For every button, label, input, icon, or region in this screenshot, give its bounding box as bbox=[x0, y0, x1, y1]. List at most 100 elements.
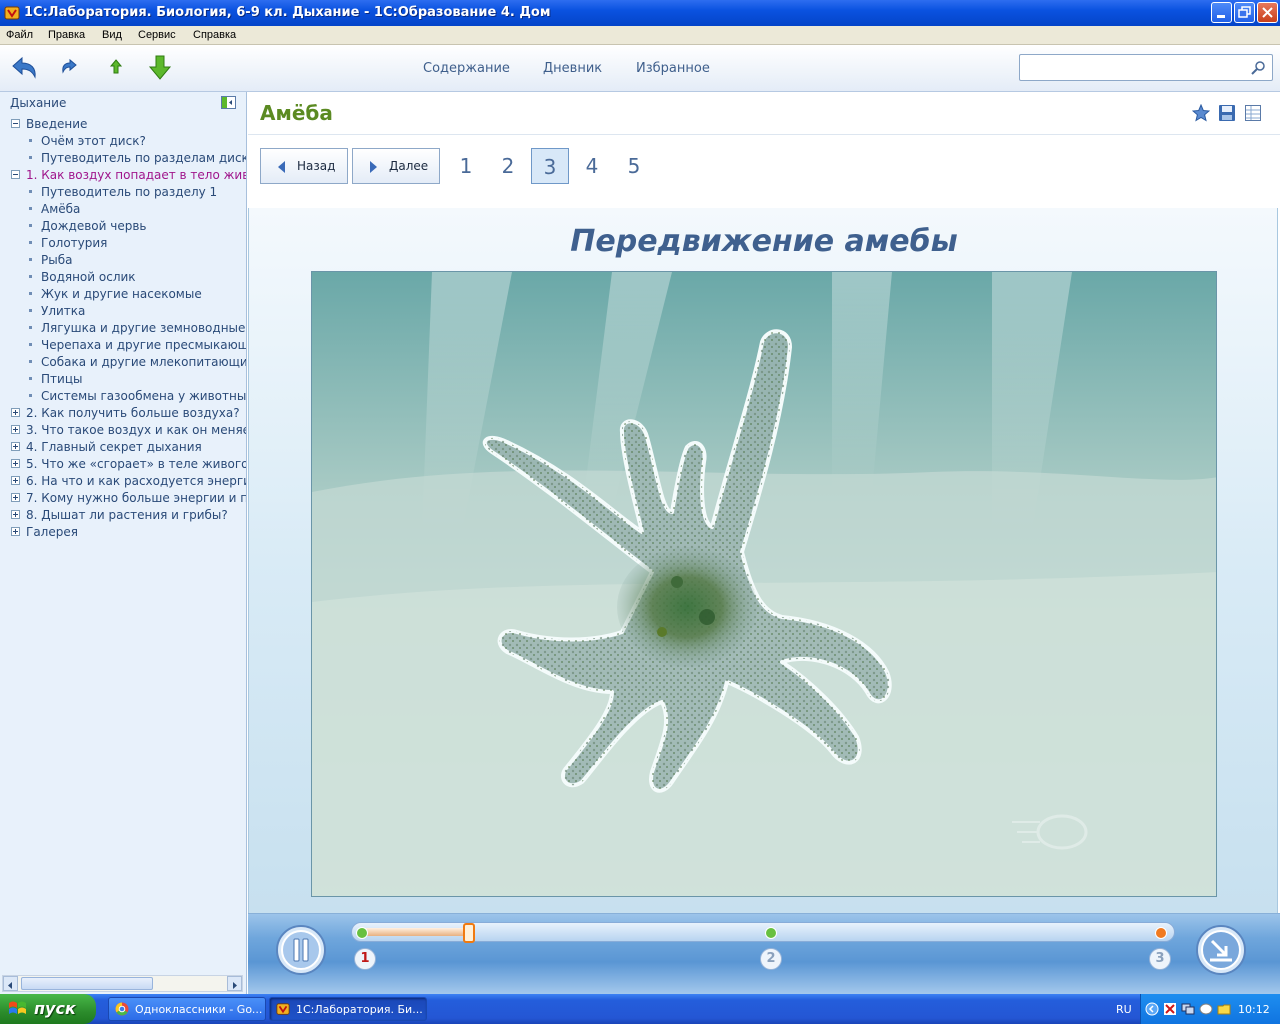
app-icon bbox=[276, 1003, 290, 1015]
expand-plus-icon[interactable] bbox=[11, 510, 20, 519]
tree-section[interactable]: 3. Что такое воздух и как он меняетс bbox=[0, 422, 246, 439]
tree-section[interactable]: Галерея bbox=[0, 524, 246, 541]
tree-section[interactable]: Введение bbox=[0, 116, 246, 133]
forward-arrow-icon[interactable] bbox=[56, 53, 86, 83]
tree-section[interactable]: 5. Что же «сгорает» в теле живого су bbox=[0, 456, 246, 473]
tree-item[interactable]: Системы газообмена у животных bbox=[0, 388, 246, 405]
clock: 10:12 bbox=[1238, 1003, 1270, 1016]
next-step-icon[interactable] bbox=[1195, 924, 1247, 976]
search-input[interactable] bbox=[1024, 59, 1244, 76]
tree-item[interactable]: Амёба bbox=[0, 201, 246, 218]
expand-plus-icon[interactable] bbox=[11, 442, 20, 451]
up-arrow-icon[interactable] bbox=[102, 53, 132, 83]
tree-item[interactable]: Собака и другие млекопитающие bbox=[0, 354, 246, 371]
menu-service[interactable]: Сервис bbox=[138, 29, 176, 41]
task-chrome[interactable]: Одноклассники - Go... bbox=[108, 997, 266, 1021]
tree-item[interactable]: Жук и другие насекомые bbox=[0, 286, 246, 303]
page-3-current[interactable]: 3 bbox=[531, 148, 569, 184]
menu-view[interactable]: Вид bbox=[102, 29, 122, 41]
bullet-icon bbox=[29, 241, 32, 244]
tree-item[interactable]: Улитка bbox=[0, 303, 246, 320]
table-view-icon[interactable] bbox=[1244, 104, 1262, 126]
language-indicator[interactable]: RU bbox=[1116, 1003, 1132, 1016]
tree-item[interactable]: Очём этот диск? bbox=[0, 133, 246, 150]
chat-icon[interactable] bbox=[1199, 1002, 1213, 1016]
tree-item[interactable]: Лягушка и другие земноводные bbox=[0, 320, 246, 337]
marker-2[interactable]: 2 bbox=[760, 948, 782, 970]
down-arrow-icon[interactable] bbox=[145, 53, 175, 83]
bullet-icon bbox=[29, 360, 32, 363]
tree-item[interactable]: Птицы bbox=[0, 371, 246, 388]
tree-section[interactable]: 4. Главный секрет дыхания bbox=[0, 439, 246, 456]
marker-1[interactable]: 1 bbox=[354, 948, 376, 970]
sidebar-horizontal-scrollbar[interactable] bbox=[2, 975, 243, 992]
tree-item-label: Птицы bbox=[41, 372, 83, 386]
nav-contents[interactable]: Содержание bbox=[423, 61, 510, 76]
pause-icon[interactable] bbox=[275, 924, 327, 976]
start-button[interactable]: пуск bbox=[0, 994, 96, 1024]
amoeba-animation[interactable] bbox=[311, 271, 1217, 897]
tree-item[interactable]: Путеводитель по разделам диска bbox=[0, 150, 246, 167]
tree-section[interactable]: 8. Дышат ли растения и грибы? bbox=[0, 507, 246, 524]
tree-item[interactable]: Путеводитель по разделу 1 bbox=[0, 184, 246, 201]
collapse-minus-icon[interactable] bbox=[11, 119, 20, 128]
expand-plus-icon[interactable] bbox=[11, 527, 20, 536]
folder-icon[interactable] bbox=[1217, 1002, 1231, 1016]
progress-marker-dot-3 bbox=[1155, 927, 1167, 939]
tree-section[interactable]: 6. На что и как расходуется энергия , bbox=[0, 473, 246, 490]
expand-plus-icon[interactable] bbox=[11, 493, 20, 502]
progress-track[interactable] bbox=[351, 922, 1175, 943]
menu-edit[interactable]: Правка bbox=[48, 29, 85, 41]
bullet-icon bbox=[29, 139, 32, 142]
tree-section[interactable]: 1. Как воздух попадает в тело живот bbox=[0, 167, 246, 184]
page-4[interactable]: 4 bbox=[573, 148, 611, 184]
save-icon[interactable] bbox=[1218, 104, 1236, 126]
back-button[interactable]: Назад bbox=[260, 148, 348, 184]
task-1c-lab-label: 1С:Лаборатория. Би... bbox=[296, 1003, 423, 1016]
marker-3[interactable]: 3 bbox=[1149, 948, 1171, 970]
menu-help[interactable]: Справка bbox=[193, 29, 236, 41]
task-1c-lab[interactable]: 1С:Лаборатория. Би... bbox=[269, 997, 427, 1021]
expand-plus-icon[interactable] bbox=[11, 459, 20, 468]
tree-item[interactable]: Черепаха и другие пресмыкающи bbox=[0, 337, 246, 354]
menu-file[interactable]: Файл bbox=[6, 29, 33, 41]
antivirus-icon[interactable] bbox=[1163, 1002, 1177, 1016]
tree-item[interactable]: Голотурия bbox=[0, 235, 246, 252]
progress-handle[interactable] bbox=[463, 923, 475, 943]
scroll-left-arrow-icon[interactable] bbox=[3, 976, 18, 991]
tree-item[interactable]: Дождевой червь bbox=[0, 218, 246, 235]
expand-plus-icon[interactable] bbox=[11, 408, 20, 417]
expand-plus-icon[interactable] bbox=[11, 425, 20, 434]
tree-item[interactable]: Водяной ослик bbox=[0, 269, 246, 286]
tree-section[interactable]: 7. Кому нужно больше энергии и поч bbox=[0, 490, 246, 507]
next-button[interactable]: Далее bbox=[352, 148, 440, 184]
close-button[interactable] bbox=[1257, 2, 1278, 23]
expand-plus-icon[interactable] bbox=[11, 476, 20, 485]
nav-diary[interactable]: Дневник bbox=[543, 61, 602, 76]
scrollbar-thumb[interactable] bbox=[21, 977, 153, 990]
search-icon[interactable] bbox=[1250, 60, 1266, 76]
favorite-star-icon[interactable] bbox=[1191, 103, 1211, 126]
tree-item-label: Системы газообмена у животных bbox=[41, 389, 246, 403]
collapse-minus-icon[interactable] bbox=[11, 170, 20, 179]
tree-item[interactable]: Рыба bbox=[0, 252, 246, 269]
minimize-button[interactable] bbox=[1211, 2, 1232, 23]
tree-item-label: Путеводитель по разделу 1 bbox=[41, 185, 218, 199]
collapse-sidebar-icon[interactable] bbox=[221, 96, 236, 109]
bullet-icon bbox=[29, 224, 32, 227]
tray-expand-icon[interactable] bbox=[1145, 1002, 1159, 1016]
page-2[interactable]: 2 bbox=[489, 148, 527, 184]
scroll-right-arrow-icon[interactable] bbox=[227, 976, 242, 991]
network-icon[interactable] bbox=[1181, 1002, 1195, 1016]
page-1[interactable]: 1 bbox=[447, 148, 485, 184]
tree-item-label: Очём этот диск? bbox=[41, 134, 146, 148]
tree-item-label: Водяной ослик bbox=[41, 270, 136, 284]
page-5[interactable]: 5 bbox=[615, 148, 653, 184]
tree-item-label: Черепаха и другие пресмыкающи bbox=[41, 338, 246, 352]
tree-section[interactable]: 2. Как получить больше воздуха? bbox=[0, 405, 246, 422]
tree-item-label: Амёба bbox=[41, 202, 81, 216]
nav-favorites[interactable]: Избранное bbox=[636, 61, 710, 76]
back-arrow-icon[interactable] bbox=[9, 53, 39, 83]
bullet-icon bbox=[29, 326, 32, 329]
restore-button[interactable] bbox=[1234, 2, 1255, 23]
